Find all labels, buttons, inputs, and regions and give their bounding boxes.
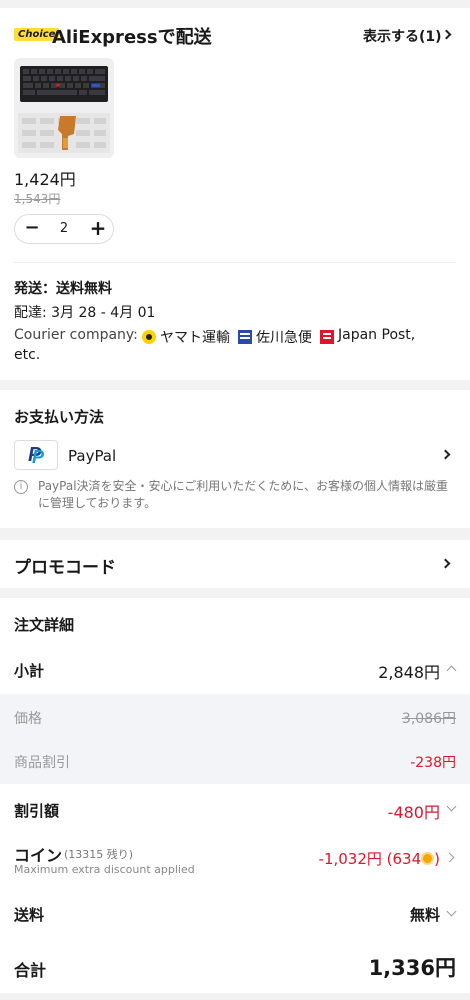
payment-notice-text: PayPal決済を安全・安心にご利用いただくために、お客様の個人情報は厳重に管理… — [38, 479, 448, 510]
payment-notice: i PayPal決済を安全・安心にご利用いただくために、お客様の個人情報は厳重に… — [14, 478, 458, 518]
promo-code-title: プロモコード — [14, 558, 116, 578]
item-discount-label: 商品割引 — [14, 755, 70, 771]
chevron-right-icon — [444, 852, 455, 863]
total-value: 1,336円 — [368, 956, 456, 980]
courier-japanpost: Japan Post, — [338, 327, 416, 343]
courier-prefix: Courier company: — [14, 327, 138, 343]
chevron-right-icon — [440, 449, 451, 460]
shipping-fee-row[interactable]: 送料 無料 — [0, 900, 470, 930]
quantity-value[interactable]: 2 — [53, 221, 75, 236]
payment-title: お支払い方法 — [14, 408, 105, 426]
shipping-fee-label: 発送：送料無料 — [14, 281, 112, 297]
item-discount-value: -238円 — [410, 755, 456, 771]
payment-method-row[interactable]: P P PayPal — [14, 440, 456, 472]
quantity-stepper: − 2 + — [14, 214, 114, 244]
delivery-date-label: 配達: 3月 28 - 4月 01 — [14, 305, 156, 321]
item-price: 1,424円 — [14, 170, 76, 189]
discount-row[interactable]: 割引額 -480円 — [0, 796, 470, 826]
shipping-card: Choice AliExpressで配送 表示する(1) 1,424円 1,54… — [0, 8, 470, 380]
order-details-title: 注文詳細 — [14, 616, 75, 634]
decrease-quantity-button[interactable]: − — [23, 217, 41, 238]
coin-value-close: ) — [434, 850, 440, 868]
courier-yamato: ヤマト運輸 — [160, 330, 230, 346]
order-details-card: 注文詳細 小計 2,848円 価格 3,086円 商品割引 -238円 割引額 … — [0, 598, 470, 993]
info-icon: i — [14, 480, 28, 494]
paypal-logo-icon: P P — [14, 440, 58, 470]
coin-subtext: Maximum extra discount applied — [14, 863, 195, 876]
chevron-down-icon — [446, 906, 457, 917]
total-label: 合計 — [14, 961, 47, 980]
subtotal-value: 2,848円 — [378, 663, 440, 682]
price-value: 3,086円 — [401, 711, 456, 727]
show-items-label: 表示する(1) — [363, 29, 442, 45]
coin-icon — [421, 852, 435, 865]
coin-value-amount: -1,032円 (634 — [318, 850, 422, 868]
chevron-up-icon — [446, 665, 457, 676]
chevron-right-icon — [441, 29, 452, 40]
coin-value: -1,032円 (634) — [319, 848, 440, 869]
subtotal-label: 小計 — [14, 662, 45, 680]
product-thumbnail[interactable] — [14, 58, 114, 158]
shipping-fee-row-label: 送料 — [14, 906, 45, 924]
chevron-right-icon — [440, 558, 451, 569]
show-items-link[interactable]: 表示する(1) — [363, 25, 458, 47]
japanpost-logo-icon — [320, 330, 334, 344]
keyboard-image — [14, 58, 114, 158]
total-row: 合計 1,336円 — [0, 952, 470, 986]
chevron-down-icon — [446, 801, 457, 812]
payment-method-name: PayPal — [68, 447, 117, 465]
subtotal-breakdown: 価格 3,086円 商品割引 -238円 — [0, 694, 470, 784]
increase-quantity-button[interactable]: + — [89, 216, 107, 240]
courier-etc: etc. — [14, 347, 41, 363]
discount-label: 割引額 — [14, 802, 60, 820]
coin-row[interactable]: コイン (13315 残り) Maximum extra discount ap… — [0, 842, 470, 882]
discount-value: -480円 — [387, 803, 440, 822]
courier-sagawa: 佐川急便 — [256, 330, 312, 346]
item-original-price: 1,543円 — [14, 192, 61, 206]
shipping-title: AliExpressで配送 — [52, 27, 212, 48]
yamato-logo-icon — [142, 330, 156, 344]
divider — [14, 262, 456, 263]
sagawa-logo-icon — [238, 330, 252, 344]
courier-info: Courier company: ヤマト運輸 佐川急便 Japan Post, … — [14, 326, 454, 366]
payment-card: お支払い方法 P P PayPal i PayPal決済を安全・安心にご利用いた… — [0, 390, 470, 528]
shipping-fee-row-value: 無料 — [409, 906, 440, 924]
promo-code-card[interactable]: プロモコード — [0, 540, 470, 588]
price-label: 価格 — [14, 711, 42, 727]
coin-remaining: (13315 残り) — [64, 848, 134, 861]
subtotal-row[interactable]: 小計 2,848円 — [0, 656, 470, 686]
